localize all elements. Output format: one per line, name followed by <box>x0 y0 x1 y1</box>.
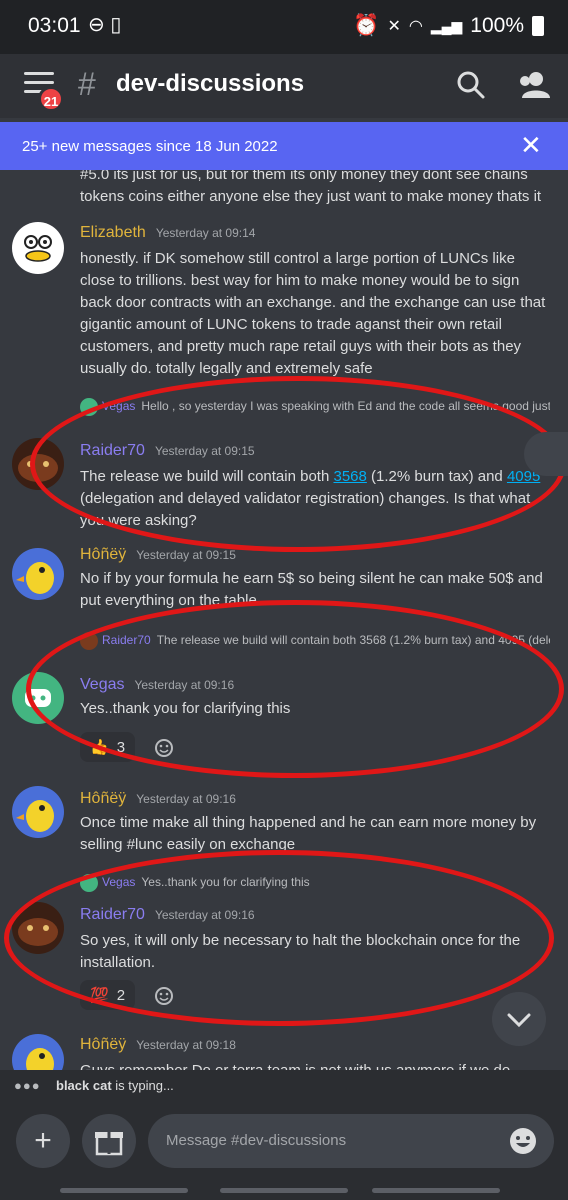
bird-avatar-icon <box>26 1048 54 1070</box>
message-input-placeholder: Message #dev-discussions <box>166 1132 347 1149</box>
author-name[interactable]: Elizabeth <box>80 224 146 241</box>
close-icon[interactable]: ✕ <box>520 130 542 161</box>
author-name[interactable]: Raider70 <box>80 442 145 459</box>
author-name[interactable]: Hôñëÿ <box>80 546 126 563</box>
typing-dots-icon: ●●● <box>14 1078 41 1093</box>
avatar[interactable] <box>12 672 64 724</box>
reply-preview[interactable]: Vegas Hello , so yesterday I was speaking… <box>80 398 550 416</box>
raider-avatar-icon <box>18 918 58 946</box>
gift-icon <box>95 1132 123 1156</box>
channel-title[interactable]: dev-discussions <box>116 70 304 98</box>
battery-icon <box>532 16 544 36</box>
avatar[interactable] <box>12 902 64 954</box>
reaction-count: 2 <box>116 986 126 1004</box>
status-time: 03:01 <box>28 14 81 37</box>
message-timestamp: Yesterday at 09:15 <box>136 548 236 562</box>
gift-button[interactable] <box>82 1114 136 1168</box>
raider-avatar-icon <box>18 454 58 482</box>
message-timestamp: Yesterday at 09:14 <box>155 226 256 240</box>
gesture-nav-bar <box>60 1188 500 1194</box>
battery-percent: 100% <box>470 14 524 37</box>
avatar[interactable] <box>12 1034 64 1070</box>
hundred-points-icon: 💯 <box>90 987 109 1004</box>
raider-mini-avatar-icon <box>80 632 98 650</box>
message-list[interactable]: #5.0 its just for us, but for them its o… <box>0 170 568 1070</box>
mute-icon: ✕ <box>387 18 401 35</box>
thumbs-up-icon: 👍 <box>90 739 109 756</box>
signal-icon: ▂▄▆ <box>430 17 463 34</box>
message-author[interactable]: Vegas Yesterday at 09:16 <box>80 676 234 694</box>
alarm-icon: ⏰ <box>353 14 380 37</box>
search-icon[interactable] <box>456 70 486 100</box>
avatar[interactable] <box>12 222 64 274</box>
reply-preview[interactable]: Raider70 The release we build will contai… <box>80 632 550 650</box>
author-name[interactable]: Hôñëÿ <box>80 1036 126 1053</box>
typing-user: black cat <box>56 1078 112 1093</box>
reply-preview[interactable]: Vegas Yes..thank you for clarifying this <box>80 874 550 892</box>
avatar[interactable] <box>12 438 64 490</box>
message-text: honestly. if DK somehow still control a … <box>80 250 546 377</box>
message-timestamp: Yesterday at 09:16 <box>134 678 235 692</box>
author-name[interactable]: Raider70 <box>80 906 145 923</box>
message-text: So yes, it will only be necessary to hal… <box>80 932 521 971</box>
avatar[interactable] <box>12 548 64 600</box>
discord-avatar-icon <box>80 874 98 892</box>
duck-avatar-icon <box>24 235 52 262</box>
new-messages-banner[interactable]: 25+ new messages since 18 Jun 2022 ✕ <box>0 122 568 170</box>
message-author[interactable]: Elizabeth Yesterday at 09:14 <box>80 224 255 242</box>
channel-header: 21 # dev-discussions <box>0 54 568 118</box>
add-attachment-button[interactable]: + <box>16 1114 70 1168</box>
issue-link-3568[interactable]: 3568 <box>333 468 366 485</box>
jump-to-bottom-icon[interactable] <box>492 992 546 1046</box>
message-author[interactable]: Hôñëÿ Yesterday at 09:15 <box>80 546 236 564</box>
reaction-hundred[interactable]: 💯 2 <box>80 980 136 1010</box>
message-text: No if by your formula he earn 5$ so bein… <box>80 570 543 609</box>
status-right-icons: ⏰ ✕ ◠ ▂▄▆ 100% <box>353 14 544 38</box>
wifi-icon: ◠ <box>408 18 423 35</box>
author-name[interactable]: Vegas <box>80 676 124 693</box>
emoji-picker-icon[interactable] <box>508 1126 538 1156</box>
message-input[interactable]: Message #dev-discussions <box>148 1114 554 1168</box>
message-author[interactable]: Hôñëÿ Yesterday at 09:16 <box>80 790 236 808</box>
message-text: #5.0 its just for us, but for them its o… <box>80 170 542 205</box>
message-author[interactable]: Raider70 Yesterday at 09:15 <box>80 442 255 460</box>
message-author[interactable]: Hôñëÿ Yesterday at 09:18 <box>80 1036 236 1054</box>
message-timestamp: Yesterday at 09:16 <box>136 792 236 806</box>
message-text: Guys remember Do or terra team is not wi… <box>80 1060 550 1070</box>
reaction-thumbs-up[interactable]: 👍 3 <box>80 732 136 762</box>
members-icon[interactable] <box>516 70 550 100</box>
message-timestamp: Yesterday at 09:18 <box>136 1038 236 1052</box>
do-not-disturb-icon: ⊖ ▯ <box>88 14 122 36</box>
bird-avatar-icon <box>16 562 54 594</box>
message-timestamp: Yesterday at 09:16 <box>154 908 255 922</box>
reaction-count: 3 <box>116 738 126 756</box>
bird-avatar-icon <box>16 800 54 832</box>
new-messages-text: 25+ new messages since 18 Jun 2022 <box>22 138 278 155</box>
channel-hash-icon: # <box>78 66 96 102</box>
message-composer: + Message #dev-discussions <box>0 1100 568 1200</box>
author-name[interactable]: Hôñëÿ <box>80 790 126 807</box>
avatar[interactable] <box>12 786 64 838</box>
message-author[interactable]: Raider70 Yesterday at 09:16 <box>80 906 255 924</box>
side-panel-handle[interactable] <box>524 432 568 476</box>
add-reaction-icon[interactable] <box>154 984 176 1006</box>
typing-indicator: ●●● black cat is typing... <box>0 1070 568 1100</box>
message-text: Once time make all thing happened and he… <box>80 814 537 853</box>
discord-avatar-icon <box>80 398 98 416</box>
message-timestamp: Yesterday at 09:15 <box>154 444 255 458</box>
unread-badge: 21 <box>38 86 64 112</box>
status-bar: 03:01 ⊖ ▯ ⏰ ✕ ◠ ▂▄▆ 100% <box>0 0 568 54</box>
message-text: The release we build will contain both 3… <box>80 468 541 529</box>
message-text: Yes..thank you for clarifying this <box>80 700 291 717</box>
discord-logo-icon <box>25 689 51 707</box>
add-reaction-icon[interactable] <box>154 736 176 758</box>
